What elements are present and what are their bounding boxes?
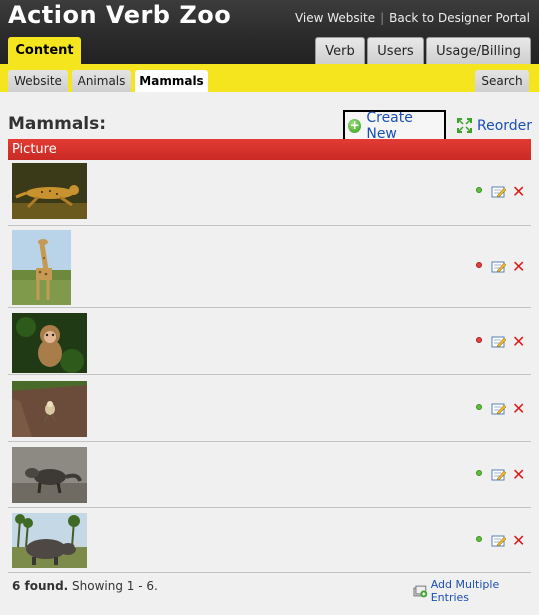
tab-content[interactable]: Content [8, 37, 81, 64]
tab-verb[interactable]: Verb [315, 37, 365, 64]
status-indicator [476, 187, 482, 193]
showing-range: Showing 1 - 6. [68, 579, 158, 593]
page-title: Mammals: [8, 114, 107, 134]
table-row[interactable]: ✕ [8, 375, 531, 442]
cheetah-thumbnail[interactable] [12, 163, 87, 219]
mongoose-thumbnail[interactable] [12, 447, 87, 503]
table-row[interactable]: ✕ [8, 442, 531, 508]
app-title: Action Verb Zoo [8, 1, 232, 29]
status-indicator [476, 536, 482, 542]
table-row[interactable]: ✕ [8, 308, 531, 375]
status-indicator [476, 470, 482, 476]
sub-navigation: Website Animals Mammals Search [0, 64, 539, 92]
results-count: 6 found. Showing 1 - 6. [12, 579, 158, 593]
status-indicator [476, 404, 482, 410]
edit-icon[interactable] [491, 260, 506, 273]
picture-column-header: Picture [8, 139, 531, 160]
delete-icon[interactable]: ✕ [512, 184, 525, 200]
table-row[interactable]: ✕ [8, 160, 531, 226]
view-website-link[interactable]: View Website [295, 11, 375, 25]
back-to-portal-link[interactable]: Back to Designer Portal [389, 11, 530, 25]
table-row[interactable]: ✕ [8, 508, 531, 573]
status-indicator [476, 337, 482, 343]
edit-icon[interactable] [491, 468, 506, 481]
add-multiple-entries-link[interactable]: Add Multiple Entries [413, 578, 539, 604]
add-circle-icon: + [348, 117, 362, 133]
rhinoceros-thumbnail[interactable] [12, 513, 87, 568]
delete-icon[interactable]: ✕ [512, 467, 525, 483]
create-new-button[interactable]: + Create New [343, 109, 446, 142]
reorder-label: Reorder [477, 117, 533, 134]
subtab-animals[interactable]: Animals [72, 70, 131, 92]
edit-icon[interactable] [491, 335, 506, 348]
giraffe-thumbnail[interactable] [12, 230, 71, 305]
monkey-thumbnail[interactable] [12, 313, 87, 373]
edit-icon[interactable] [491, 185, 506, 198]
main-content: Mammals: + Create New Reorder Picture ✕ … [0, 92, 539, 615]
create-new-label: Create New [366, 109, 413, 142]
tab-usage-billing[interactable]: Usage/Billing [426, 37, 531, 64]
status-indicator [476, 262, 482, 268]
delete-icon[interactable]: ✕ [512, 259, 525, 275]
add-multiple-icon [413, 585, 428, 597]
link-separator: | [380, 11, 385, 25]
search-button[interactable]: Search [475, 70, 529, 92]
add-multiple-label: Add Multiple Entries [430, 578, 500, 604]
tab-users[interactable]: Users [367, 37, 424, 64]
subtab-mammals[interactable]: Mammals [135, 70, 208, 92]
top-links: View Website | Back to Designer Portal [295, 11, 530, 25]
sloth-thumbnail[interactable] [12, 381, 87, 437]
edit-icon[interactable] [491, 534, 506, 547]
delete-icon[interactable]: ✕ [512, 334, 525, 350]
reorder-button[interactable]: Reorder [456, 117, 532, 134]
table-row[interactable]: ✕ [8, 226, 531, 308]
app-header: Action Verb Zoo View Website | Back to Des… [0, 0, 539, 64]
edit-icon[interactable] [491, 402, 506, 415]
delete-icon[interactable]: ✕ [512, 401, 525, 417]
found-count: 6 found. [12, 579, 69, 593]
subtab-website[interactable]: Website [8, 70, 68, 92]
reorder-arrows-icon [457, 118, 472, 133]
delete-icon[interactable]: ✕ [512, 533, 525, 549]
